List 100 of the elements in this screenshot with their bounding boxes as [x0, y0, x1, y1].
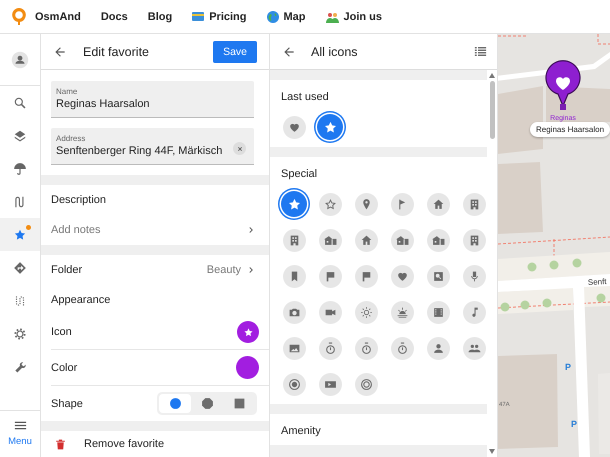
houses-icon — [324, 234, 336, 246]
field-value: Reginas Haarsalon — [56, 98, 151, 110]
icon-option[interactable] — [426, 300, 450, 324]
icon-option[interactable] — [390, 192, 414, 216]
shape-option[interactable] — [159, 394, 191, 413]
map-drawing[interactable] — [498, 34, 610, 457]
icon-option[interactable] — [318, 264, 342, 288]
nav-link[interactable]: Blog — [148, 10, 172, 22]
nav-link[interactable]: Docs — [100, 10, 128, 22]
stopwatch-icon — [360, 342, 372, 354]
globe-icon — [266, 10, 278, 22]
field-label: Address — [56, 134, 86, 143]
back-arrow-icon — [282, 44, 296, 58]
icon-option[interactable] — [282, 228, 306, 252]
notes-placeholder: Add notes — [51, 224, 102, 236]
stopwatch-icon — [396, 342, 408, 354]
building-icon — [468, 198, 480, 210]
credit-card-icon — [192, 12, 204, 21]
close-icon — [236, 144, 244, 152]
folder-row[interactable]: Folder Beauty — [51, 255, 269, 285]
circle-icon — [168, 397, 182, 410]
icon-option[interactable] — [462, 228, 486, 252]
place-callout: Reginas Haarsalon — [530, 122, 610, 137]
icon-option[interactable] — [462, 300, 486, 324]
icon-option[interactable] — [426, 336, 450, 360]
brand-name[interactable]: OsmAnd — [35, 10, 81, 22]
panel-title: Edit favorite — [83, 44, 150, 58]
icon-option[interactable] — [318, 228, 342, 252]
icon-option[interactable] — [462, 336, 486, 360]
icon-option[interactable] — [318, 372, 342, 396]
nav-link[interactable]: Pricing — [192, 10, 246, 22]
icon-option[interactable] — [354, 372, 378, 396]
nav-link[interactable]: Join us — [326, 10, 382, 22]
section-title: Appearance — [51, 294, 110, 306]
icon-swatch[interactable] — [237, 321, 259, 343]
scrollbar[interactable] — [487, 70, 497, 457]
text-field[interactable]: Name Reginas Haarsalon — [51, 81, 254, 118]
icon-option[interactable] — [354, 300, 378, 324]
icon-option[interactable] — [426, 192, 450, 216]
back-button[interactable] — [53, 44, 67, 58]
icon-option[interactable] — [318, 192, 342, 216]
layers-icon — [13, 128, 27, 142]
camera-icon — [288, 306, 300, 318]
icon-option[interactable] — [390, 336, 414, 360]
section-title: Special — [281, 168, 318, 180]
menu-label[interactable]: Menu — [8, 436, 32, 447]
disc-icon — [360, 378, 372, 390]
field-value: Senftenberger Ring 44F, Märkisch — [56, 145, 224, 157]
dotted-route-icon — [13, 294, 27, 308]
icon-option[interactable] — [281, 191, 307, 217]
icon-option[interactable] — [282, 372, 306, 396]
umbrella-icon — [13, 162, 27, 176]
sunrise-icon — [396, 306, 408, 318]
account-icon — [11, 50, 29, 68]
notes-row[interactable]: Add notes — [51, 215, 269, 245]
icon-option[interactable] — [354, 192, 378, 216]
people-icon — [326, 10, 338, 22]
back-button[interactable] — [282, 44, 296, 58]
section-title: Description — [51, 194, 106, 206]
icon-option[interactable] — [390, 228, 414, 252]
icon-option[interactable] — [426, 264, 450, 288]
icon-option[interactable] — [390, 264, 414, 288]
icon-option[interactable] — [282, 300, 306, 324]
search-icon — [13, 96, 27, 110]
icon-option[interactable] — [317, 114, 343, 140]
icon-option[interactable] — [354, 336, 378, 360]
icon-option[interactable] — [390, 300, 414, 324]
remove-button[interactable]: Remove favorite — [41, 431, 269, 457]
icon-option[interactable] — [426, 228, 450, 252]
icon-option[interactable] — [282, 264, 306, 288]
section-title: Amenity — [281, 425, 322, 437]
icon-option[interactable] — [282, 336, 306, 360]
parking-label: P — [565, 362, 572, 372]
star-outline-icon — [324, 198, 336, 210]
diamond-arrow-icon — [13, 260, 27, 274]
icon-label: Icon — [51, 326, 73, 338]
color-swatch[interactable] — [236, 356, 259, 379]
star-icon — [322, 120, 338, 134]
icon-option[interactable] — [354, 228, 378, 252]
star-icon — [286, 196, 302, 212]
icon-option[interactable] — [462, 264, 486, 288]
icon-option[interactable] — [318, 336, 342, 360]
icon-option[interactable] — [354, 264, 378, 288]
icon-option[interactable] — [282, 116, 306, 138]
image-icon — [288, 342, 300, 354]
list-view-button[interactable] — [473, 44, 488, 59]
clear-button[interactable] — [233, 142, 246, 155]
save-button[interactable]: Save — [213, 40, 257, 62]
nav-link[interactable]: Map — [266, 10, 306, 22]
logo-icon — [12, 8, 26, 25]
text-field[interactable]: Address Senftenberger Ring 44F, Märkisch — [51, 128, 254, 165]
icon-option[interactable] — [462, 192, 486, 216]
panel-title: All icons — [311, 44, 359, 58]
star-icon — [13, 228, 27, 242]
house-icon — [360, 234, 372, 246]
icon-option[interactable] — [318, 300, 342, 324]
building-icon — [468, 234, 480, 246]
list-icon — [473, 44, 488, 59]
person-icon — [432, 342, 444, 354]
rail-button[interactable] — [0, 218, 40, 251]
